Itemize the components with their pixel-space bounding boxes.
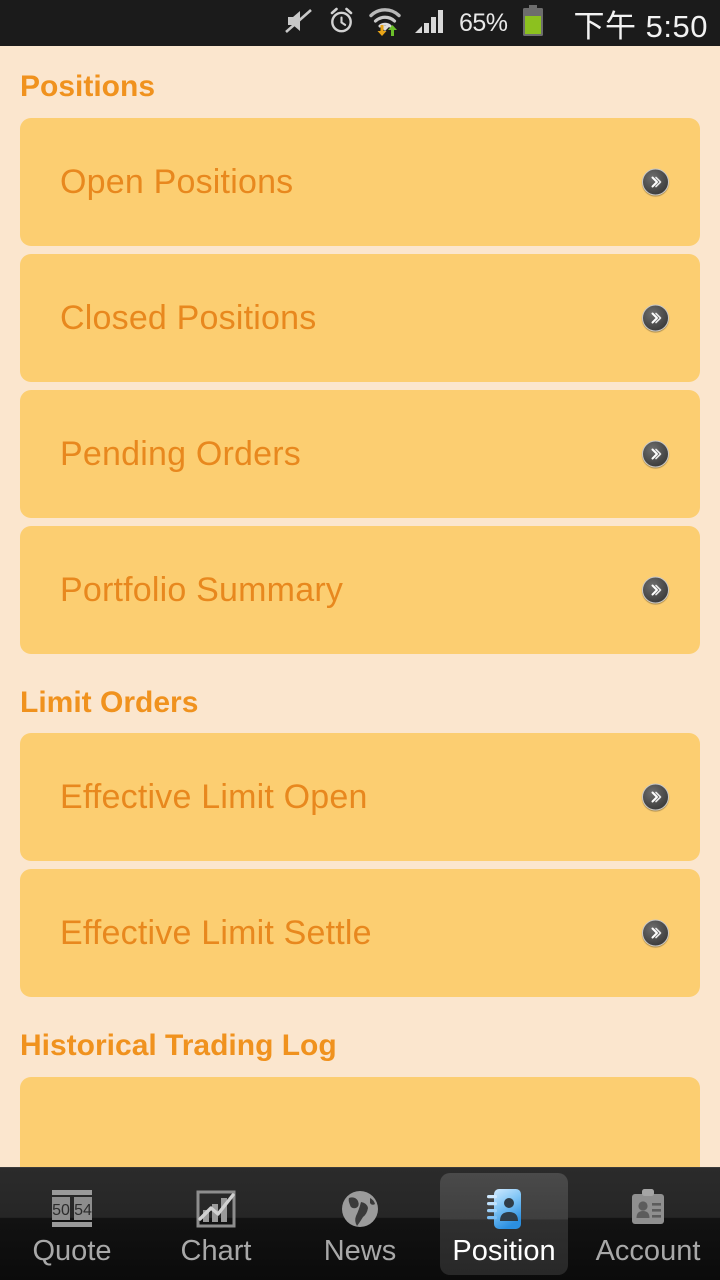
- chevron-right-icon[interactable]: [642, 304, 669, 332]
- wifi-data-icon: [369, 6, 401, 41]
- chevron-right-icon[interactable]: [642, 919, 669, 947]
- globe-icon: [337, 1183, 383, 1235]
- app-root: 65% 下午 5:50 Positions Open Positions Clo…: [0, 0, 720, 1280]
- id-badge-icon: [625, 1183, 671, 1235]
- status-bar-icons: 65% 下午 5:50: [284, 1, 708, 46]
- quote-board-icon: 50 54: [47, 1183, 97, 1235]
- tab-account[interactable]: Account: [576, 1168, 720, 1280]
- list-item-effective-limit-settle[interactable]: Effective Limit Settle: [20, 869, 700, 998]
- tab-position[interactable]: Position: [432, 1168, 576, 1280]
- section-header-historical-trading-log: Historical Trading Log: [20, 1029, 337, 1063]
- list-item-label: Portfolio Summary: [60, 570, 344, 609]
- tab-quote[interactable]: 50 54 Quote: [0, 1168, 144, 1280]
- list-item-label: Open Positions: [60, 162, 294, 201]
- list-item-open-positions[interactable]: Open Positions: [20, 117, 700, 246]
- section-header-limit-orders: Limit Orders: [20, 685, 199, 719]
- battery-icon: [521, 4, 545, 42]
- tab-label: Position: [452, 1234, 556, 1267]
- svg-text:50: 50: [52, 1202, 70, 1219]
- list-item-label: Pending Orders: [60, 434, 301, 473]
- clock-label: 下午 5:50: [573, 8, 708, 44]
- bar-chart-icon: [192, 1183, 240, 1235]
- list-item-label: Effective Limit Settle: [60, 914, 372, 953]
- mute-icon: [284, 7, 314, 40]
- list-item-label: Effective Limit Open: [60, 778, 368, 817]
- chevron-right-icon[interactable]: [642, 576, 669, 604]
- tab-label: Account: [595, 1234, 701, 1267]
- list-item-effective-limit-open[interactable]: Effective Limit Open: [20, 733, 700, 862]
- content-scroll-area[interactable]: Positions Open Positions Closed Position…: [0, 46, 720, 1167]
- status-bar: 65% 下午 5:50: [0, 0, 720, 46]
- list-item-closed-positions[interactable]: Closed Positions: [20, 253, 700, 382]
- tab-chart[interactable]: Chart: [144, 1168, 288, 1280]
- alarm-icon: [327, 6, 356, 40]
- chevron-right-icon[interactable]: [642, 783, 669, 811]
- list-item-label: Closed Positions: [60, 298, 317, 337]
- section-header-positions: Positions: [20, 70, 156, 103]
- signal-icon: [414, 7, 444, 40]
- tab-label: Chart: [180, 1234, 252, 1267]
- tab-news[interactable]: News: [288, 1168, 432, 1280]
- list-item-portfolio-summary[interactable]: Portfolio Summary: [20, 525, 700, 654]
- contact-book-icon: [481, 1183, 527, 1235]
- battery-percent-label: 65%: [459, 8, 508, 37]
- svg-text:54: 54: [74, 1202, 92, 1219]
- list-item-historical-partial[interactable]: [20, 1076, 700, 1167]
- bottom-tab-bar: 50 54 Quote Chart News Position Account: [0, 1167, 720, 1280]
- chevron-right-icon[interactable]: [642, 440, 669, 468]
- chevron-right-icon[interactable]: [642, 168, 669, 196]
- list-item-pending-orders[interactable]: Pending Orders: [20, 389, 700, 518]
- tab-label: News: [323, 1234, 397, 1267]
- tab-label: Quote: [32, 1234, 112, 1267]
